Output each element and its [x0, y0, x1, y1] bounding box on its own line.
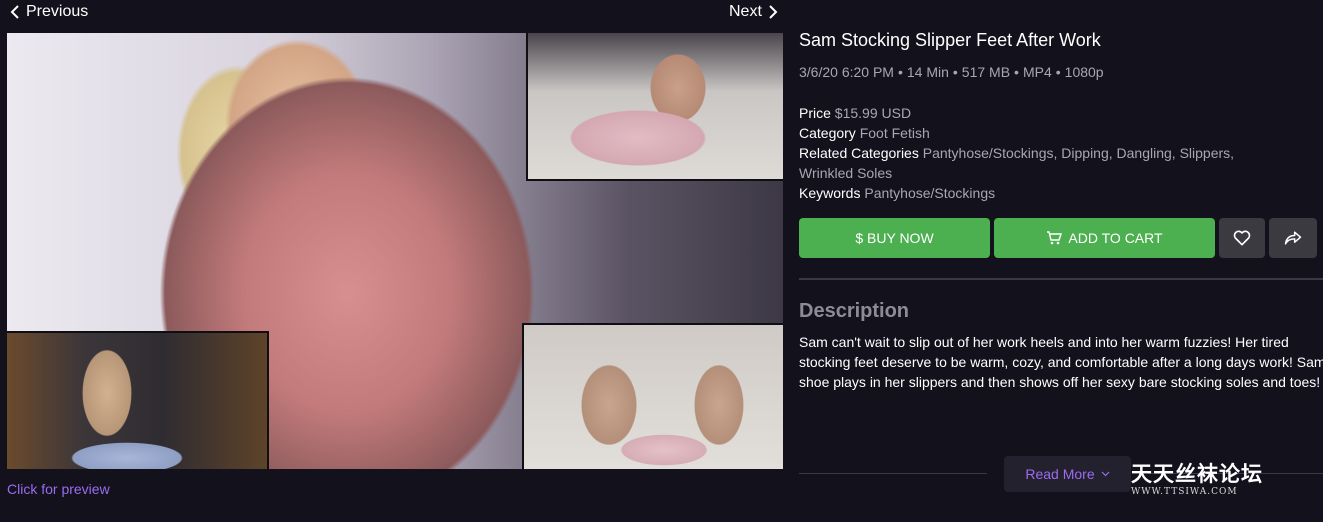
description-line: shoe plays in her slippers and then show… [799, 374, 1321, 390]
related-categories-value[interactable]: Pantyhose/Stockings, Dipping, Dangling, … [923, 145, 1234, 161]
preview-collage[interactable] [7, 33, 783, 469]
watermark-domain-text: WWW.TTSIWA.COM [1131, 487, 1238, 497]
chevron-left-icon [10, 5, 19, 19]
description-heading: Description [799, 300, 910, 322]
related-categories-value-continued[interactable]: Wrinkled Soles [799, 165, 892, 181]
meta-duration: 14 Min [906, 64, 949, 80]
preview-image-top-right [526, 33, 783, 181]
meta-size: 517 MB [961, 64, 1011, 80]
read-more-rule-left [799, 473, 987, 474]
next-label: Next [729, 3, 762, 20]
meta-format: MP4 [1022, 64, 1052, 80]
read-more-button[interactable]: Read More [1004, 456, 1131, 492]
chevron-down-icon [1101, 471, 1110, 477]
product-title: Sam Stocking Slipper Feet After Work [799, 30, 1101, 50]
price-value: $15.99 USD [834, 105, 912, 121]
watermark-chinese-text: 天天丝袜论坛 [1131, 461, 1263, 486]
click-for-preview-link[interactable]: Click for preview [7, 481, 110, 497]
category-value[interactable]: Foot Fetish [860, 125, 930, 141]
read-more-label: Read More [1025, 466, 1095, 482]
add-to-cart-label: ADD TO CART [1068, 230, 1163, 246]
category-row: Category Foot Fetish [799, 123, 1299, 143]
product-meta: 3/6/20 6:20 PM • 14 Min • 517 MB • MP4 • 1080p [799, 64, 1104, 80]
related-categories-row: Related Categories Pantyhose/Stockings, … [799, 143, 1299, 183]
next-link[interactable]: Next [729, 3, 778, 21]
heart-icon [1233, 230, 1251, 246]
favorite-button[interactable] [1219, 218, 1265, 258]
keywords-label: Keywords [799, 185, 861, 201]
buy-now-label: $ BUY NOW [855, 230, 934, 246]
price-label: Price [799, 105, 831, 121]
meta-separator: • [952, 64, 958, 80]
meta-resolution: 1080p [1064, 64, 1104, 80]
meta-separator: • [1055, 64, 1061, 80]
chevron-right-icon [769, 5, 778, 19]
previous-label: Previous [26, 3, 89, 20]
description-line: Sam can't wait to slip out of her work h… [799, 334, 1289, 350]
share-button[interactable] [1269, 218, 1317, 258]
keywords-row: Keywords Pantyhose/Stockings [799, 183, 1299, 203]
preview-image-bottom-right [522, 323, 783, 469]
description-line: stocking feet deserve to be warm, cozy, … [799, 354, 1323, 370]
meta-separator: • [897, 64, 903, 80]
cart-icon [1047, 231, 1063, 245]
keywords-value[interactable]: Pantyhose/Stockings [864, 185, 995, 201]
description-text: Sam can't wait to slip out of her work h… [799, 332, 1323, 392]
add-to-cart-button[interactable]: ADD TO CART [994, 218, 1215, 258]
category-label: Category [799, 125, 856, 141]
price-row: Price $15.99 USD [799, 103, 1299, 123]
related-categories-label: Related Categories [799, 145, 919, 161]
share-icon [1284, 231, 1302, 245]
site-watermark: 天天丝袜论坛 WWW.TTSIWA.COM [1131, 462, 1291, 502]
section-divider [799, 278, 1323, 280]
previous-link[interactable]: Previous [10, 3, 88, 21]
product-details: Price $15.99 USD Category Foot Fetish Re… [799, 103, 1299, 203]
product-page: Previous Next Click for preview Sam Stoc… [0, 0, 1323, 522]
buy-now-button[interactable]: $ BUY NOW [799, 218, 990, 258]
meta-separator: • [1014, 64, 1019, 80]
meta-date: 3/6/20 6:20 PM [799, 64, 894, 80]
preview-image-bottom-left [7, 331, 269, 469]
